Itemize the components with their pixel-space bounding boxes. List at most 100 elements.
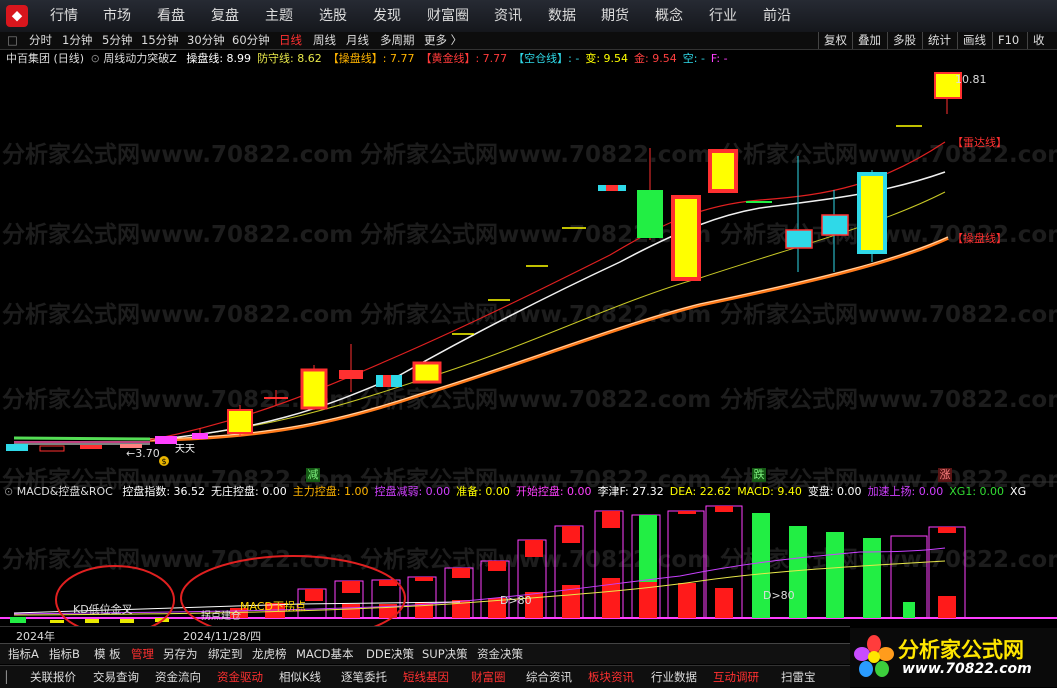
nav-item-qihuo[interactable]: 期货 [601, 0, 629, 32]
period-30min[interactable]: 30分钟 [187, 32, 225, 49]
main-indicator-value: 变: 9.54 [585, 52, 629, 65]
link-tick-order[interactable]: 逐笔委托 [341, 666, 387, 688]
nav-item-xuangu[interactable]: 选股 [319, 0, 347, 32]
period-daily-active[interactable]: 日线 [279, 32, 302, 49]
period-15min[interactable]: 15分钟 [141, 32, 179, 49]
early-green-line [13, 436, 151, 441]
link-similar-kline[interactable]: 相似K线 [279, 666, 321, 688]
nav-item-hangqing[interactable]: 行情 [50, 0, 78, 32]
main-indicator-value: 【空仓线】: - [513, 52, 580, 65]
link-mine-sweeper[interactable]: 扫雷宝 [781, 666, 816, 688]
period-toolbar: □ 分时 1分钟 5分钟 15分钟 30分钟 60分钟 日线 周线 月线 多周期… [0, 32, 1057, 50]
multi-stock-button[interactable]: 多股 [887, 32, 916, 49]
candle [383, 375, 391, 387]
sub-indicator-value: 主力控盘: 1.00 [292, 485, 369, 498]
link-fund-drive[interactable]: 资金驱动 [217, 666, 263, 688]
period-monthly[interactable]: 月线 [346, 32, 369, 49]
tab-save-as[interactable]: 另存为 [163, 644, 198, 664]
kline-chart[interactable]: $ [0, 66, 1057, 486]
period-multi[interactable]: 多周期 [380, 32, 415, 49]
collapse-button[interactable]: 收 [1027, 32, 1045, 49]
nav-item-gainian[interactable]: 概念 [655, 0, 683, 32]
sub-indicator-value: DEA: 22.62 [669, 485, 732, 498]
tab-sup[interactable]: SUP决策 [422, 644, 468, 664]
candle [192, 433, 208, 439]
link-industry-data[interactable]: 行业数据 [651, 666, 697, 688]
tab-macd-basic[interactable]: MACD基本 [296, 644, 353, 664]
tab-dragon-tiger[interactable]: 龙虎榜 [252, 644, 287, 664]
draw-line-button[interactable]: 画线 [957, 32, 986, 49]
brand-watermark: 分析家公式网 www.70822.com [850, 628, 1057, 687]
signal-zhang: 涨 [938, 468, 952, 482]
link-interactive-research[interactable]: 互动调研 [713, 666, 759, 688]
candle [155, 436, 177, 444]
link-fund-flow[interactable]: 资金流向 [155, 666, 201, 688]
candle [708, 149, 738, 193]
nav-item-shuju[interactable]: 数据 [548, 0, 576, 32]
sub-indicator-settings-icon[interactable]: ⊙ [4, 485, 13, 498]
nav-item-hangye[interactable]: 行业 [709, 0, 737, 32]
candle [227, 409, 253, 434]
macd-annotation-label: MACD下拐点 [240, 600, 306, 613]
period-1min[interactable]: 1分钟 [62, 32, 92, 49]
sub-indicator-value: 加速上扬: 0.00 [867, 485, 944, 498]
overlay-button[interactable]: 叠加 [852, 32, 881, 49]
sub-indicator-title[interactable]: MACD&控盘&ROC [17, 485, 113, 498]
link-wealth-circle[interactable]: 财富圈 [471, 666, 506, 688]
app-logo-icon[interactable]: ⬥ [6, 5, 28, 27]
period-weekly[interactable]: 周线 [313, 32, 336, 49]
caopan-line-label: 【操盘线】 [952, 232, 1007, 245]
link-trade-query[interactable]: 交易查询 [93, 666, 139, 688]
candle [339, 370, 363, 379]
top-navigation: ⬥ 行情 市场 看盘 复盘 主题 选股 发现 财富圈 资讯 数据 期货 概念 行… [0, 0, 1057, 33]
main-indicator-value: 【黄金线】: 7.77 [420, 52, 508, 65]
flower-logo-icon [854, 635, 894, 677]
macd-subchart[interactable] [0, 500, 1057, 628]
collapse-arrow-icon[interactable]: ▏ [6, 666, 15, 688]
indicator-tabs-bar: 指标A 指标B 模 板 管理 另存为 绑定到 龙虎榜 MACD基本 DDE决策 … [0, 643, 850, 664]
sub-indicator-value: 控盘指数: 36.52 [122, 485, 206, 498]
tab-template[interactable]: 模 板 [94, 644, 121, 664]
period-5min[interactable]: 5分钟 [102, 32, 132, 49]
nav-item-fupan[interactable]: 复盘 [211, 0, 239, 32]
link-short-gene[interactable]: 短线基因 [403, 666, 449, 688]
tab-dde[interactable]: DDE决策 [366, 644, 414, 664]
nav-item-shichang[interactable]: 市场 [103, 0, 131, 32]
period-60min[interactable]: 60分钟 [232, 32, 270, 49]
link-sector-news[interactable]: 板块资讯 [588, 666, 634, 688]
period-fenshi[interactable]: 分时 [29, 32, 52, 49]
candle [6, 444, 28, 451]
nav-item-zixun[interactable]: 资讯 [494, 0, 522, 32]
brand-url: www.70822.com [902, 661, 1032, 677]
nav-item-zhuti[interactable]: 主题 [265, 0, 293, 32]
sub-indicator-infobar: ⊙ MACD&控盘&ROC 控盘指数: 36.52 无庄控盘: 0.00 主力控盘:… [4, 484, 1057, 499]
f10-button[interactable]: F10 [992, 32, 1019, 49]
candle [857, 172, 887, 254]
nav-item-caifuquan[interactable]: 财富圈 [427, 0, 469, 32]
fuquan-button[interactable]: 复权 [818, 32, 847, 49]
statistics-button[interactable]: 统计 [922, 32, 951, 49]
link-general-news[interactable]: 综合资讯 [526, 666, 572, 688]
tab-bind-to[interactable]: 绑定到 [208, 644, 243, 664]
caopan-line-orange [149, 236, 949, 442]
collapse-toggle-icon[interactable]: □ [7, 32, 18, 49]
period-more[interactable]: 更多 〉 [424, 32, 462, 49]
nav-item-faxian[interactable]: 发现 [373, 0, 401, 32]
candle [412, 361, 442, 384]
sub-indicator-value: MACD: 9.40 [737, 485, 802, 498]
low-price-label: ←3.70 [126, 447, 160, 460]
nav-item-kanpan[interactable]: 看盘 [157, 0, 185, 32]
tab-indicator-a[interactable]: 指标A [8, 644, 39, 664]
high-price-label: 10.81 [955, 73, 987, 86]
sub-indicator-value: 准备: 0.00 [456, 485, 510, 498]
cross-marker-label: 天天 [175, 444, 195, 455]
tab-manage[interactable]: 管理 [131, 644, 154, 664]
brand-title: 分析家公式网 [898, 638, 1024, 662]
tab-indicator-b[interactable]: 指标B [49, 644, 80, 664]
indicator-name[interactable]: 周线动力突破Z [103, 52, 177, 65]
nav-item-qianyan[interactable]: 前沿 [763, 0, 791, 32]
link-related-quote[interactable]: 关联报价 [30, 666, 76, 688]
sub-indicator-value: 变盘: 0.00 [807, 485, 862, 498]
indicator-settings-icon[interactable]: ⊙ [91, 52, 100, 65]
tab-fund-decision[interactable]: 资金决策 [477, 644, 523, 664]
